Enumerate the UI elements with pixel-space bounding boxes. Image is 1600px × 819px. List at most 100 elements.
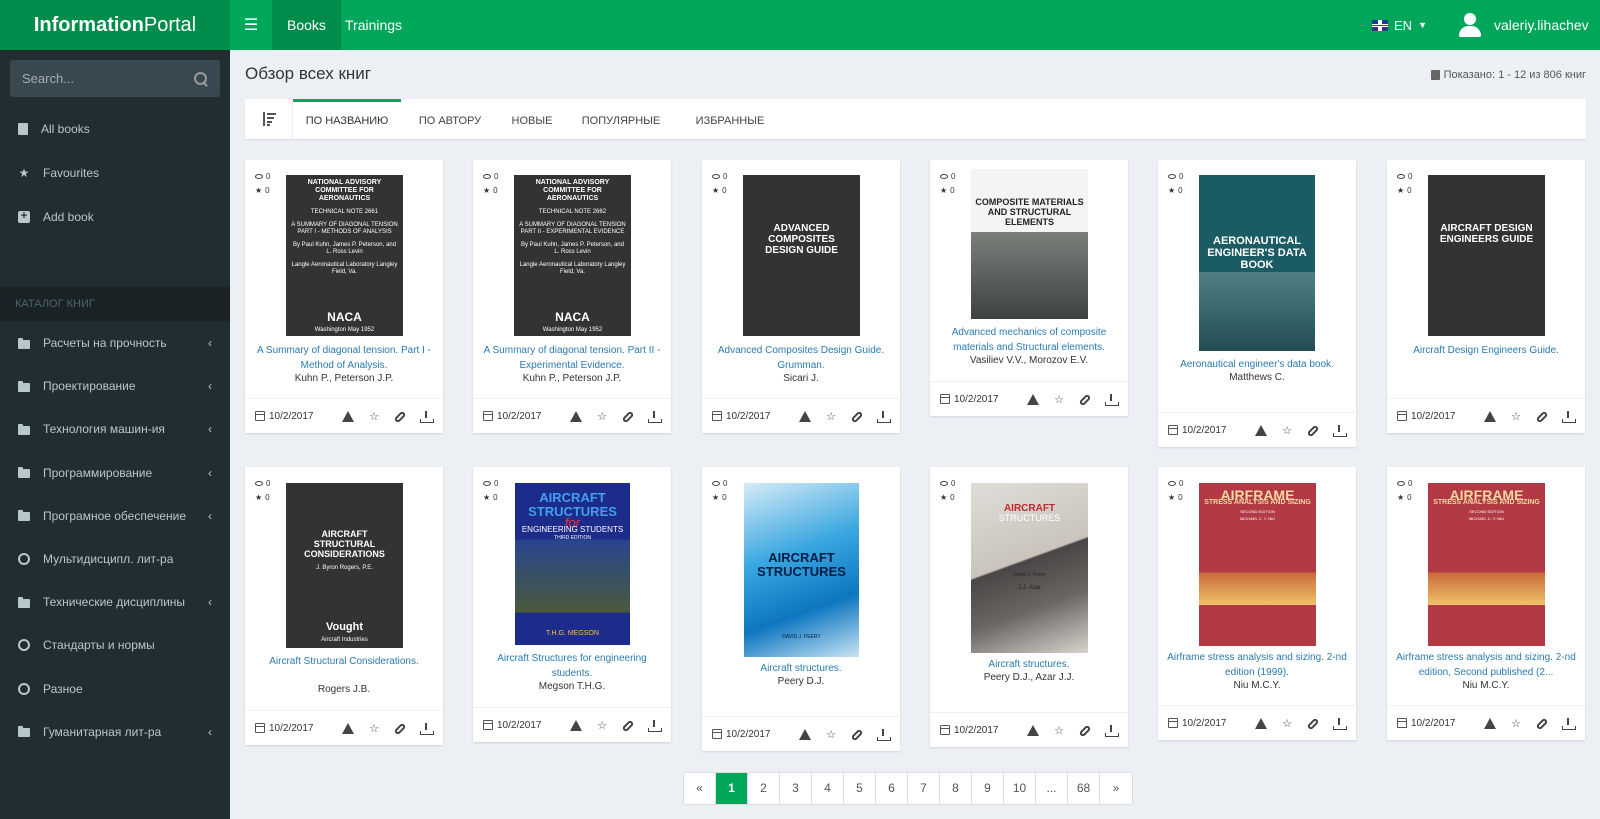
download-icon[interactable] — [1104, 724, 1119, 738]
book-card[interactable]: 0 ★ 0 AIRCRAFT STRUCTURES DAVID J. PEERY Airc… — [702, 467, 900, 751]
link-icon[interactable] — [1078, 724, 1092, 738]
sidebar-catalog-item[interactable]: Мультидисципл. лит-ра — [0, 537, 230, 581]
pagination-page[interactable]: ... — [1036, 773, 1068, 804]
tab-new[interactable]: НОВЫЕ — [499, 99, 565, 139]
book-cover-image[interactable]: NATIONAL ADVISORY COMMITTEE FOR AERONAUT… — [286, 175, 403, 336]
download-icon[interactable] — [419, 722, 434, 736]
book-cover-image[interactable]: AIRCRAFT STRUCTURES DAVID J. PEERY — [744, 483, 859, 657]
sidebar-item-add-book[interactable]: Add book — [0, 195, 230, 239]
book-title-link[interactable]: A Summary of diagonal tension. Part II -… — [481, 343, 663, 373]
link-icon[interactable] — [393, 410, 407, 424]
book-card[interactable]: 0 ★ 0 AIRFRAME STRESS ANALYSIS AND SIZING SEC… — [1158, 467, 1356, 740]
pagination-page[interactable]: 10 — [1004, 773, 1036, 804]
link-icon[interactable] — [850, 410, 864, 424]
link-icon[interactable] — [850, 728, 864, 742]
report-warning-icon[interactable] — [569, 410, 583, 424]
book-title-link[interactable]: Aircraft Structural Considerations. — [253, 654, 435, 669]
download-icon[interactable] — [1561, 717, 1576, 731]
report-warning-icon[interactable] — [569, 719, 583, 733]
sidebar-catalog-item[interactable]: Програмное обеспечение ‹ — [0, 494, 230, 538]
tab-by-author[interactable]: ПО АВТОРУ — [401, 99, 499, 139]
link-icon[interactable] — [1306, 424, 1320, 438]
book-title-link[interactable]: Airframe stress analysis and sizing. 2-n… — [1395, 650, 1577, 680]
pagination-page[interactable]: 7 — [908, 773, 940, 804]
link-icon[interactable] — [1535, 410, 1549, 424]
sidebar-catalog-item[interactable]: Технология машин-ия ‹ — [0, 407, 230, 451]
book-cover-image[interactable]: ADVANCED COMPOSITES DESIGN GUIDE — [743, 175, 860, 336]
book-card[interactable]: 0 ★ 0 COMPOSITE MATERIALS AND STRUCTURAL EL… — [930, 160, 1128, 416]
book-card[interactable]: 0 ★ 0 AIRCRAFT STRUCTURAL CONSIDERATIONS J. … — [245, 467, 443, 745]
report-warning-icon[interactable] — [1026, 393, 1040, 407]
download-icon[interactable] — [876, 728, 891, 742]
report-warning-icon[interactable] — [1254, 717, 1268, 731]
book-title-link[interactable]: Aeronautical engineer's data book. — [1166, 357, 1348, 372]
book-card[interactable]: 0★0 AERONAUTICAL ENGINEER'S DATA BOOKCLIF… — [1158, 160, 1356, 447]
sidebar-catalog-item[interactable]: Разное — [0, 667, 230, 711]
report-warning-icon[interactable] — [1483, 717, 1497, 731]
link-icon[interactable] — [621, 410, 635, 424]
favourite-star-icon[interactable]: ☆ — [367, 410, 381, 424]
book-cover-image[interactable]: COMPOSITE MATERIALS AND STRUCTURAL ELEME… — [971, 169, 1088, 319]
link-icon[interactable] — [1306, 717, 1320, 731]
pagination-next-button[interactable]: » — [1100, 773, 1132, 804]
favourite-star-icon[interactable]: ☆ — [1052, 393, 1066, 407]
sort-icon[interactable] — [245, 99, 293, 139]
pagination-page[interactable]: 5 — [844, 773, 876, 804]
book-title-link[interactable]: Aircraft structures. — [938, 657, 1120, 672]
sidebar-catalog-item[interactable]: Проектирование ‹ — [0, 364, 230, 408]
favourite-star-icon[interactable]: ☆ — [367, 722, 381, 736]
favourite-star-icon[interactable]: ☆ — [1509, 717, 1523, 731]
book-title-link[interactable]: Aircraft structures. — [710, 661, 892, 676]
report-warning-icon[interactable] — [341, 410, 355, 424]
book-title-link[interactable]: A Summary of diagonal tension. Part I - … — [253, 343, 435, 373]
search-icon[interactable] — [194, 71, 208, 86]
pagination-page[interactable]: 68 — [1068, 773, 1100, 804]
book-card[interactable]: 0 ★ 0 NATIONAL ADVISORY COMMITTEE FOR AERON… — [473, 160, 671, 433]
download-icon[interactable] — [1561, 410, 1576, 424]
app-logo[interactable]: InformationPortal — [0, 0, 230, 50]
book-cover-image[interactable]: NATIONAL ADVISORY COMMITTEE FOR AERONAUT… — [514, 175, 631, 336]
book-card[interactable]: 0 ★ 0 AIRCRAFT DESIGN ENGINEERS GUIDE Aircra… — [1387, 160, 1585, 433]
nav-trainings[interactable]: Trainings — [330, 0, 417, 50]
book-cover-image[interactable]: AERONAUTICAL ENGINEER'S DATA BOOKCLIFFOR… — [1199, 175, 1315, 351]
link-icon[interactable] — [621, 719, 635, 733]
link-icon[interactable] — [393, 722, 407, 736]
tab-by-title[interactable]: ПО НАЗВАНИЮ — [293, 99, 401, 139]
book-card[interactable]: 0 ★ 0 ADVANCED COMPOSITES DESIGN GUIDE Advan… — [702, 160, 900, 433]
sidebar-item-favourites[interactable]: ★ Favourites — [0, 151, 230, 195]
book-cover-image[interactable]: AIRCRAFT DESIGN ENGINEERS GUIDE — [1428, 175, 1545, 336]
download-icon[interactable] — [647, 410, 662, 424]
report-warning-icon[interactable] — [1483, 410, 1497, 424]
favourite-star-icon[interactable]: ☆ — [1052, 724, 1066, 738]
book-title-link[interactable]: Aircraft Structures for engineering stud… — [481, 651, 663, 681]
book-card[interactable]: 0 ★ 0 NATIONAL ADVISORY COMMITTEE FOR AERON… — [245, 160, 443, 433]
link-icon[interactable] — [1535, 717, 1549, 731]
book-cover-image[interactable]: AIRFRAME STRESS ANALYSIS AND SIZING SECOND… — [1199, 483, 1316, 646]
book-title-link[interactable]: Aircraft Design Engineers Guide. — [1395, 343, 1577, 358]
download-icon[interactable] — [419, 410, 434, 424]
report-warning-icon[interactable] — [1254, 424, 1268, 438]
book-card[interactable]: 0 ★ 0 AIRCRAFT STRUCTURES for ENGINEERING STU… — [473, 467, 671, 742]
book-card[interactable]: 0 ★ 0 AIRFRAME STRESS ANALYSIS AND SIZING SEC… — [1387, 467, 1585, 740]
book-card[interactable]: 0 ★ 0 AIRCRAFT STRUCTURES David J. Peery J.J. … — [930, 467, 1128, 747]
favourite-star-icon[interactable]: ☆ — [595, 719, 609, 733]
tab-favourites[interactable]: ИЗБРАННЫЕ — [677, 99, 783, 139]
book-cover-image[interactable]: AIRCRAFT STRUCTURAL CONSIDERATIONS J. Byr… — [286, 483, 403, 648]
favourite-star-icon[interactable]: ☆ — [1509, 410, 1523, 424]
sidebar-catalog-item[interactable]: Расчеты на прочность ‹ — [0, 321, 230, 365]
sidebar-item-all-books[interactable]: All books — [0, 107, 230, 151]
report-warning-icon[interactable] — [798, 728, 812, 742]
book-cover-image[interactable]: AIRCRAFT STRUCTURES David J. Peery J.J. Aza… — [971, 483, 1088, 653]
tab-popular[interactable]: ПОПУЛЯРНЫЕ — [565, 99, 677, 139]
sidebar-catalog-item[interactable]: Стандарты и нормы — [0, 623, 230, 667]
book-title-link[interactable]: Airframe stress analysis and sizing. 2-n… — [1166, 650, 1348, 680]
favourite-star-icon[interactable]: ☆ — [1280, 717, 1294, 731]
pagination-page[interactable]: 8 — [940, 773, 972, 804]
favourite-star-icon[interactable]: ☆ — [824, 728, 838, 742]
report-warning-icon[interactable] — [798, 410, 812, 424]
link-icon[interactable] — [1078, 393, 1092, 407]
sidebar-catalog-item[interactable]: Программирование ‹ — [0, 451, 230, 495]
download-icon[interactable] — [1104, 393, 1119, 407]
pagination-page[interactable]: 9 — [972, 773, 1004, 804]
book-title-link[interactable]: Advanced Composites Design Guide. Grumma… — [710, 343, 892, 373]
